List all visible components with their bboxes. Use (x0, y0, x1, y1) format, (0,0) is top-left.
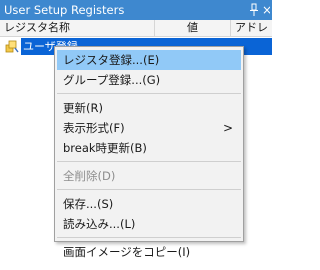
titlebar-icons: × (248, 3, 272, 17)
column-header-register-name[interactable]: レジスタ名称 (0, 20, 155, 36)
menu-separator (57, 189, 241, 190)
panel-title: User Setup Registers (4, 3, 125, 17)
pin-icon[interactable] (248, 3, 260, 17)
column-header-address[interactable]: アドレ (231, 20, 272, 36)
menu-item-display-format[interactable]: 表示形式(F) > (55, 118, 243, 138)
menu-item-register-registration[interactable]: レジスタ登録...(E) (57, 50, 241, 70)
submenu-arrow-icon: > (222, 121, 233, 135)
column-header-value[interactable]: 値 (155, 20, 231, 36)
menu-item-refresh[interactable]: 更新(R) (55, 98, 243, 118)
panel-titlebar: User Setup Registers × (0, 0, 272, 20)
menu-item-delete-all: 全削除(D) (63, 169, 116, 183)
register-group-icon (5, 39, 19, 53)
menu-item-display-format-label: 表示形式(F) (63, 121, 125, 135)
menu-separator (57, 161, 241, 162)
table-header: レジスタ名称 値 アドレ (0, 20, 272, 37)
menu-item-load[interactable]: 読み込み...(L) (55, 214, 243, 234)
close-icon[interactable]: × (262, 3, 270, 17)
menu-item-break-refresh[interactable]: break時更新(B) (55, 138, 243, 158)
menu-separator (57, 93, 241, 94)
context-menu: レジスタ登録...(E) グループ登録...(G) 更新(R) 表示形式(F) … (54, 46, 244, 259)
menu-item-group-registration[interactable]: グループ登録...(G) (55, 70, 243, 90)
menu-item-save[interactable]: 保存...(S) (55, 194, 243, 214)
menu-item-copy-screen-image[interactable]: 画面イメージをコピー(I) (55, 242, 243, 262)
menu-separator (57, 237, 241, 238)
